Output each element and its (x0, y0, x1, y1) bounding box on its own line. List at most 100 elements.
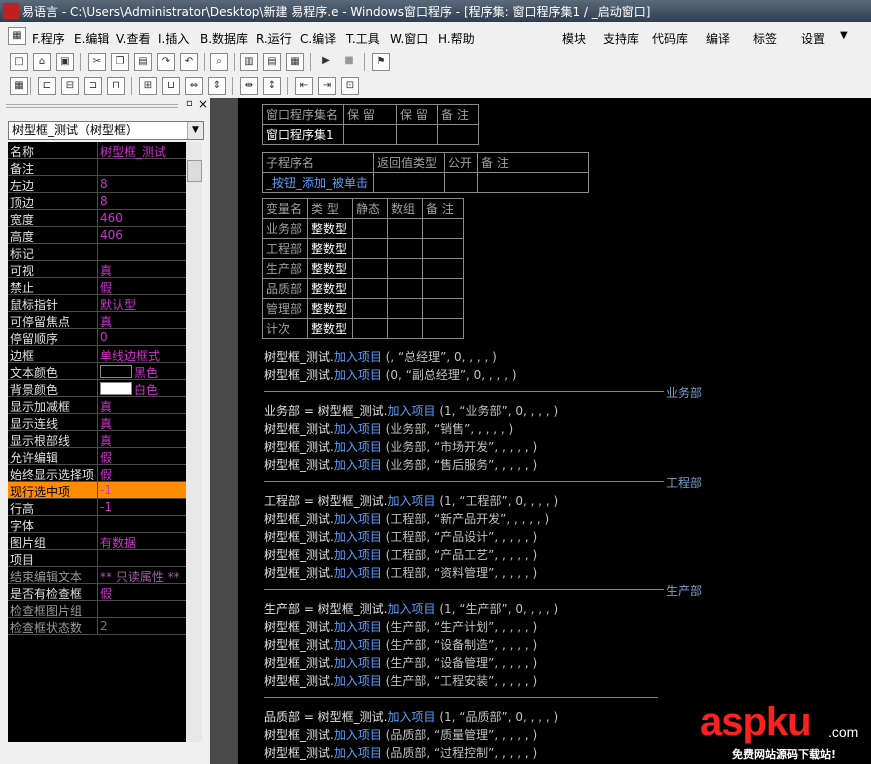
property-row[interactable]: 边框 单线边框式 (8, 346, 186, 363)
property-row[interactable]: 标记 (8, 244, 186, 261)
menu-edit[interactable]: E.编辑 (74, 30, 109, 47)
subroutine-cell[interactable] (444, 172, 478, 193)
subroutine-cell[interactable] (373, 172, 445, 193)
menu-support-lib[interactable]: 支持库 (603, 30, 639, 47)
property-row[interactable]: 备注 (8, 159, 186, 176)
property-value[interactable]: 真 (100, 398, 112, 415)
chevron-down-icon[interactable]: ▼ (187, 122, 203, 139)
property-value[interactable]: 树型框_测试 (100, 143, 166, 160)
property-row[interactable]: 显示根部线 真 (8, 431, 186, 448)
code-line[interactable]: 树型框_测试.加入项目 (, “总经理”, 0, , , , ) (264, 348, 497, 364)
property-row[interactable]: 检查框状态数 2 (8, 618, 186, 635)
property-row[interactable]: 左边 8 (8, 176, 186, 193)
find-icon[interactable]: ⌕ (210, 53, 228, 71)
property-value[interactable]: 406 (100, 228, 123, 242)
variable-type-cell[interactable]: 整数型 (307, 218, 353, 239)
property-value[interactable]: 真 (100, 432, 112, 449)
property-row[interactable]: 文本颜色 黑色 (8, 363, 186, 380)
variable-row[interactable]: 计次 整数型 (262, 318, 464, 339)
save-icon[interactable]: ▣ (56, 53, 74, 71)
property-row[interactable]: 显示加减框 真 (8, 397, 186, 414)
variable-name-cell[interactable]: 业务部 (262, 218, 308, 239)
variable-cell[interactable] (352, 238, 388, 259)
property-value[interactable]: 单线边框式 (100, 347, 160, 364)
same-width-icon[interactable]: ⇔ (185, 77, 203, 95)
property-row[interactable]: 检查框图片组 (8, 601, 186, 618)
align-bottom-icon[interactable]: ⊔ (162, 77, 180, 95)
code-line[interactable]: 树型框_测试.加入项目 (业务部, “销售”, , , , , ) (264, 420, 513, 436)
code-line[interactable]: 树型框_测试.加入项目 (生产部, “工程安装”, , , , , ) (264, 672, 537, 688)
property-value[interactable]: 默认型 (100, 296, 136, 313)
menu-compile[interactable]: C.编译 (300, 30, 336, 47)
property-value[interactable]: 真 (100, 262, 112, 279)
variable-type-cell[interactable]: 整数型 (307, 238, 353, 259)
tab-order-icon[interactable]: ⊡ (341, 77, 359, 95)
variable-cell[interactable] (352, 258, 388, 279)
property-value[interactable]: 真 (100, 415, 112, 432)
property-row[interactable]: 始终显示选择项假 (8, 465, 186, 482)
variable-cell[interactable] (422, 318, 464, 339)
same-height-icon[interactable]: ⇕ (208, 77, 226, 95)
property-row[interactable]: 可停留焦点 真 (8, 312, 186, 329)
property-value[interactable]: ** 只读属性 ** (100, 568, 180, 585)
debug-icon[interactable]: ⚑ (372, 53, 390, 71)
menu-tags[interactable]: 标签 (753, 30, 777, 47)
center-v-icon[interactable]: ⇥ (318, 77, 336, 95)
component-select[interactable]: 树型框_测试（树型框） ▼ (8, 121, 204, 140)
property-value[interactable]: 8 (100, 194, 108, 208)
assembly-cell[interactable] (396, 124, 438, 145)
variable-cell[interactable] (352, 218, 388, 239)
subroutine-name-cell[interactable]: _按钮_添加_被单击 (262, 172, 374, 193)
property-row[interactable]: 宽度 460 (8, 210, 186, 227)
property-row[interactable]: 项目 (8, 550, 186, 567)
code-line[interactable]: 品质部 = 树型框_测试.加入项目 (1, “品质部”, 0, , , , ) (264, 708, 558, 724)
menu-run[interactable]: R.运行 (256, 30, 292, 47)
variable-cell[interactable] (387, 218, 423, 239)
scrollbar-thumb[interactable] (187, 160, 202, 182)
property-value[interactable]: 0 (100, 330, 108, 344)
variable-cell[interactable] (422, 258, 464, 279)
open-folder-icon[interactable]: ⌂ (33, 53, 51, 71)
code-line[interactable]: 树型框_测试.加入项目 (生产部, “生产计划”, , , , , ) (264, 618, 537, 634)
menu-module[interactable]: 模块 (562, 30, 586, 47)
code-line[interactable]: 树型框_测试.加入项目 (生产部, “设备制造”, , , , , ) (264, 636, 537, 652)
variable-name-cell[interactable]: 品质部 (262, 278, 308, 299)
property-row[interactable]: 图片组 有数据 (8, 533, 186, 550)
code-line[interactable]: 业务部 = 树型框_测试.加入项目 (1, “业务部”, 0, , , , ) (264, 402, 558, 418)
property-row[interactable]: 停留顺序 0 (8, 329, 186, 346)
layout-window-icon[interactable]: ▦ (286, 53, 304, 71)
property-row[interactable]: 结束编辑文本 ** 只读属性 ** (8, 567, 186, 584)
property-value[interactable]: 8 (100, 177, 108, 191)
variable-cell[interactable] (387, 238, 423, 259)
property-row[interactable]: 可视 真 (8, 261, 186, 278)
assembly-name-cell[interactable]: 窗口程序集1 (262, 124, 344, 145)
variable-type-cell[interactable]: 整数型 (307, 258, 353, 279)
code-line[interactable]: 工程部 = 树型框_测试.加入项目 (1, “工程部”, 0, , , , ) (264, 492, 558, 508)
property-row[interactable]: 字体 (8, 516, 186, 533)
variable-name-cell[interactable]: 工程部 (262, 238, 308, 259)
code-line[interactable]: 树型框_测试.加入项目 (业务部, “市场开发”, , , , , ) (264, 438, 537, 454)
align-right-icon[interactable]: ⊐ (84, 77, 102, 95)
property-value[interactable]: -1 (100, 483, 112, 497)
menu-tools[interactable]: T.工具 (346, 30, 380, 47)
property-scrollbar[interactable] (186, 142, 202, 742)
color-swatch[interactable] (100, 382, 132, 395)
align-top-icon[interactable]: ⊓ (107, 77, 125, 95)
new-file-icon[interactable]: □ (10, 53, 28, 71)
variable-cell[interactable] (387, 298, 423, 319)
variable-row[interactable]: 管理部 整数型 (262, 298, 464, 319)
paste-icon[interactable]: ▤ (134, 53, 152, 71)
redo-icon[interactable]: ↷ (157, 53, 175, 71)
variable-cell[interactable] (422, 278, 464, 299)
code-line[interactable]: 树型框_测试.加入项目 (生产部, “设备管理”, , , , , ) (264, 654, 537, 670)
variable-cell[interactable] (387, 278, 423, 299)
close-icon[interactable]: × (198, 97, 208, 111)
variable-type-cell[interactable]: 整数型 (307, 278, 353, 299)
variable-cell[interactable] (387, 318, 423, 339)
property-row[interactable]: 顶边 8 (8, 193, 186, 210)
layout-bottom-icon[interactable]: ▤ (263, 53, 281, 71)
code-line[interactable]: 树型框_测试.加入项目 (品质部, “过程控制”, , , , , ) (264, 744, 537, 760)
menu-database[interactable]: B.数据库 (200, 30, 248, 47)
property-row[interactable]: 是否有检查框 假 (8, 584, 186, 601)
center-h-icon[interactable]: ⇤ (295, 77, 313, 95)
